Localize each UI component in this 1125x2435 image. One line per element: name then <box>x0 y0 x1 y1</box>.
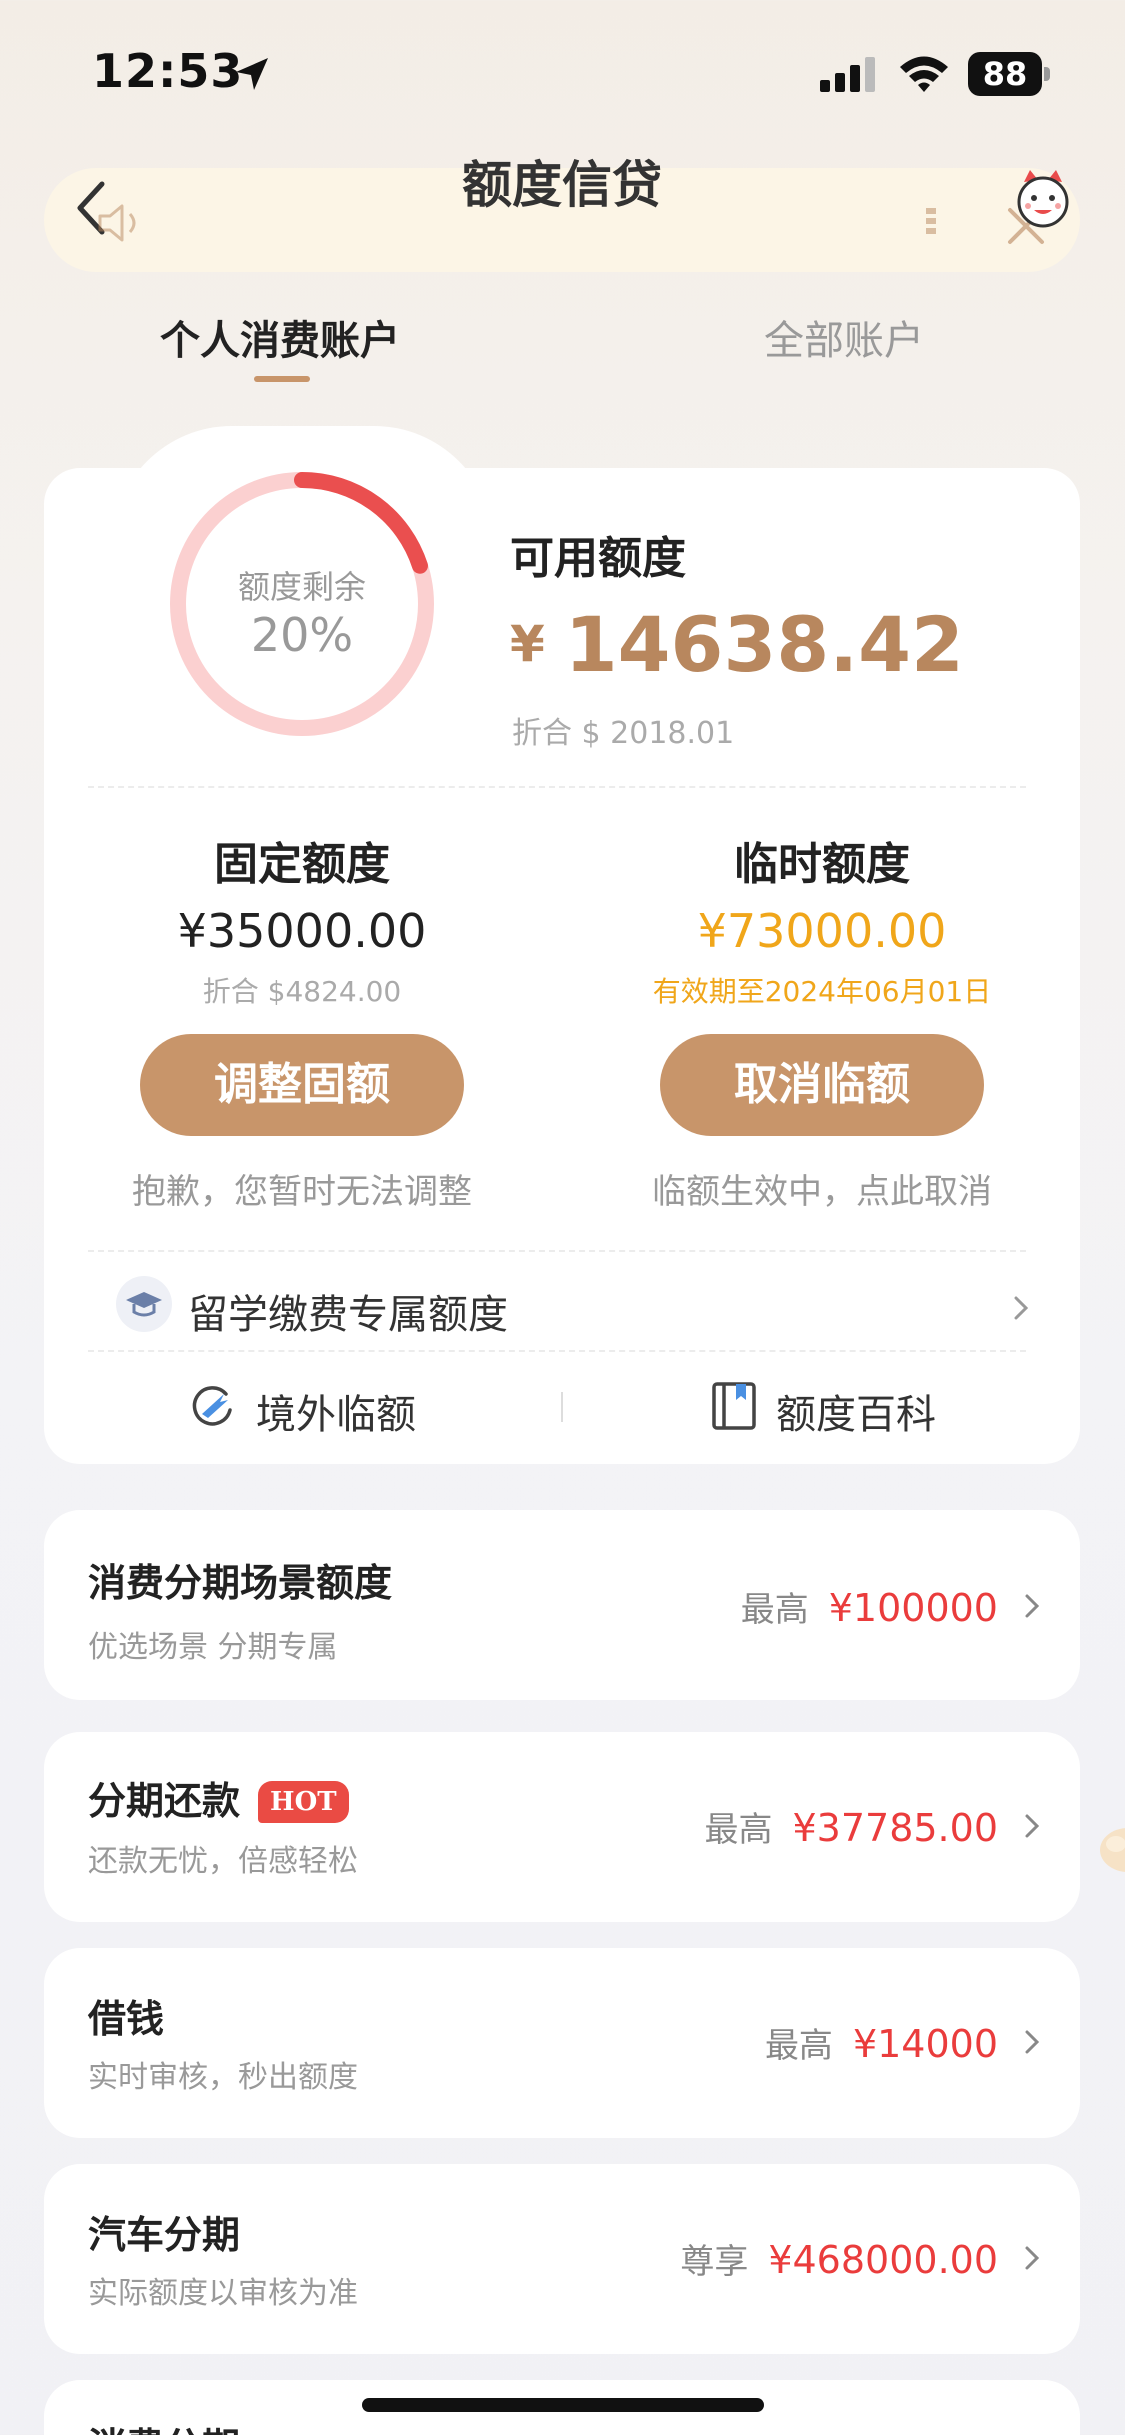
overseas-temp-limit-link[interactable]: 境外临额 <box>256 1382 416 1440</box>
temp-limit-validity: 有效期至2024年06月01日 <box>652 975 992 1008</box>
gauge-percent: 20% <box>250 608 354 662</box>
credit-wiki-link[interactable]: 额度百科 <box>776 1382 936 1440</box>
product-title: 消费分期场景额度 <box>88 1561 393 1605</box>
amount-prefix: 尊享 <box>680 2242 749 2282</box>
amount-value: ¥14000 <box>852 2022 998 2066</box>
temp-limit-note[interactable]: 临额生效中，点此取消 <box>612 1164 1032 1213</box>
product-subtitle: 实时审核，秒出额度 <box>88 2060 358 2095</box>
gauge-label: 额度剩余 <box>237 568 366 606</box>
fixed-limit-note: 抱歉，您暂时无法调整 <box>132 1172 472 1212</box>
product-card-installment-scene[interactable]: 消费分期场景额度 优选场景 分期专属 最高 ¥100000 <box>44 1510 1080 1700</box>
header-bar: 额度信贷 <box>44 160 1080 272</box>
home-indicator <box>362 2398 764 2412</box>
product-card-borrow[interactable]: 借钱 实时审核，秒出额度 最高 ¥14000 <box>44 1948 1080 2138</box>
amount-prefix: 最高 <box>704 1810 773 1850</box>
fixed-limit-title: 固定额度 <box>214 839 390 890</box>
product-max-amount: 最高 ¥100000 <box>741 1582 998 1631</box>
chevron-right-icon <box>1014 1296 1029 1320</box>
product-title: 借钱 <box>88 1997 165 2041</box>
chevron-right-icon <box>1025 2030 1040 2054</box>
cancel-temp-limit-button[interactable]: 取消临额 <box>660 1034 984 1136</box>
amount-prefix: 最高 <box>740 1590 809 1630</box>
available-amount-value: 14638.42 <box>564 600 964 689</box>
product-card-auto-installment[interactable]: 汽车分期 实际额度以审核为准 尊享 ¥468000.00 <box>44 2164 1080 2354</box>
fixed-limit-amount: ¥35000.00 <box>177 904 427 958</box>
available-limit-amount: ¥14638.42 <box>510 600 964 689</box>
product-subtitle: 优选场景 分期专属 <box>88 1630 338 1665</box>
temp-limit-amount: ¥73000.00 <box>697 904 947 958</box>
tab-personal-account[interactable]: 个人消费账户 <box>160 308 400 366</box>
floating-hand-icon[interactable] <box>1092 1810 1125 1880</box>
amount-value: ¥37785.00 <box>792 1806 999 1850</box>
amount-prefix: 最高 <box>764 2026 833 2066</box>
battery-icon: 88 <box>968 52 1050 96</box>
book-icon <box>712 1382 756 1430</box>
product-subtitle: 还款无忧，倍感轻松 <box>88 1844 358 1879</box>
marquee-indicator-icon <box>926 208 936 234</box>
divider <box>88 786 1026 788</box>
page-title: 额度信贷 <box>462 156 662 214</box>
currency-symbol: ¥ <box>510 615 545 673</box>
mascot-avatar-icon[interactable] <box>1010 168 1076 234</box>
plane-globe-icon <box>192 1386 232 1426</box>
divider <box>88 1350 1026 1352</box>
product-max-amount: 最高 ¥37785.00 <box>705 1802 999 1851</box>
product-title: 分期还款 <box>88 1779 241 1823</box>
product-subtitle: 实际额度以审核为准 <box>88 2276 358 2311</box>
amount-value: ¥468000.00 <box>768 2238 998 2282</box>
graduation-cap-icon <box>116 1276 172 1332</box>
available-usd-equivalent: 折合 $ 2018.01 <box>512 716 735 751</box>
product-card-installment-repayment[interactable]: 分期还款 HOT 还款无忧，倍感轻松 最高 ¥37785.00 <box>44 1732 1080 1922</box>
product-max-amount: 最高 ¥14000 <box>765 2018 998 2067</box>
study-abroad-limit-link[interactable]: 留学缴费专属额度 <box>188 1282 508 1340</box>
battery-level: 88 <box>982 55 1028 93</box>
product-title: 消费分期 <box>88 2416 240 2435</box>
amount-value: ¥100000 <box>828 1586 998 1630</box>
temp-limit-title: 临时额度 <box>734 839 910 890</box>
chevron-right-icon <box>1025 1594 1040 1618</box>
divider <box>88 1250 1026 1252</box>
wifi-icon <box>900 56 948 92</box>
hot-badge: HOT <box>258 1781 349 1823</box>
cellular-signal-icon <box>820 57 875 92</box>
product-title: 汽车分期 <box>88 2213 241 2257</box>
location-arrow-icon <box>236 58 268 90</box>
available-limit-label: 可用额度 <box>510 533 686 584</box>
status-time: 12:53 <box>92 44 244 98</box>
fixed-limit-usd: 折合 $4824.00 <box>202 975 402 1008</box>
adjust-fixed-limit-button[interactable]: 调整固额 <box>140 1034 464 1136</box>
tab-all-accounts[interactable]: 全部账户 <box>764 308 924 366</box>
tab-active-indicator <box>254 376 310 382</box>
status-bar: 12:53 88 <box>0 0 1125 140</box>
product-title-row: 分期还款 HOT <box>88 1770 349 1825</box>
link-separator <box>561 1392 563 1422</box>
chevron-right-icon <box>1025 1814 1040 1838</box>
chevron-right-icon <box>1025 2246 1040 2270</box>
product-max-amount: 尊享 ¥468000.00 <box>680 2234 998 2283</box>
